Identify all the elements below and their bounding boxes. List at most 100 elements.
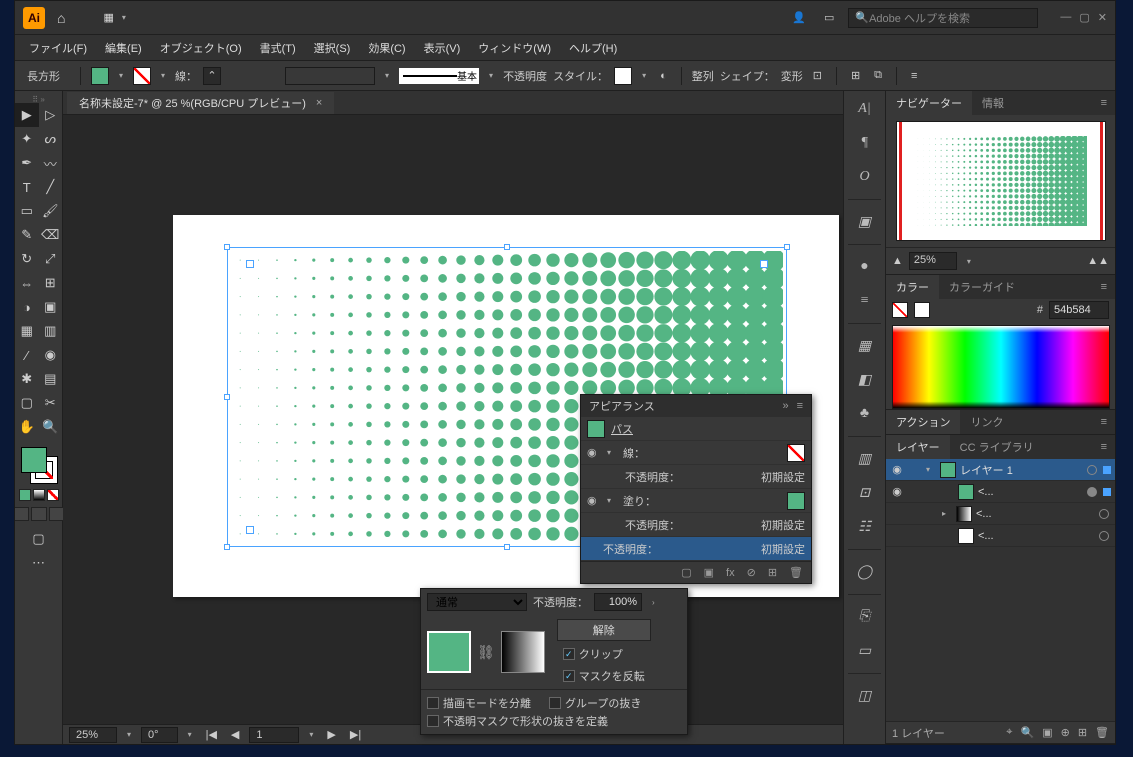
target-icon[interactable] (1087, 487, 1097, 497)
eraser-tool-icon[interactable]: ⌫ (39, 223, 63, 247)
delete-layer-icon[interactable]: 🗑 (1095, 726, 1109, 739)
appearance-panel-icon[interactable]: ◯ (853, 560, 877, 584)
rectangle-tool-icon[interactable]: ▭ (15, 199, 39, 223)
paragraph-panel-icon[interactable]: ¶ (853, 131, 877, 155)
draw-behind-icon[interactable] (31, 507, 47, 521)
new-layer-icon[interactable]: ⊞ (1078, 726, 1087, 739)
align-label[interactable]: 整列 (692, 68, 714, 84)
navigator-preview[interactable] (896, 121, 1106, 241)
gradient-mode-icon[interactable] (33, 489, 45, 501)
width-tool-icon[interactable]: ⇔ (15, 271, 39, 295)
opacity-value[interactable]: 初期設定 (761, 517, 805, 533)
tab-actions[interactable]: アクション (886, 410, 960, 434)
search-layer-icon[interactable]: 🔍 (1020, 726, 1034, 739)
path-label[interactable]: パス (611, 421, 633, 437)
opentype-panel-icon[interactable]: O (853, 165, 877, 189)
link-icon[interactable]: ⛓ (477, 644, 495, 661)
tab-close-icon[interactable]: × (316, 97, 322, 109)
opacity-row-label[interactable]: 不透明度： (625, 517, 680, 533)
transparency-panel-icon[interactable]: ◫ (853, 684, 877, 708)
nav-zoom-field[interactable]: 25% (909, 252, 957, 270)
menu-object[interactable]: オブジェクト(O) (152, 36, 250, 60)
panel-menu-icon[interactable]: ≡ (1093, 97, 1115, 109)
fill-color-icon[interactable] (21, 447, 47, 473)
gradient-tool-icon[interactable]: ▥ (39, 319, 63, 343)
knockout-checkbox[interactable] (549, 697, 561, 709)
anchor-point-icon[interactable] (246, 260, 254, 268)
color-mode-icon[interactable] (19, 489, 31, 501)
brushes-panel-icon[interactable]: ● (853, 255, 877, 279)
shape-builder-tool-icon[interactable]: ◑ (15, 295, 39, 319)
layer-row[interactable]: <... (886, 525, 1115, 547)
stroke-dropdown-icon[interactable]: ▾ (157, 71, 169, 80)
new-sublayer-icon[interactable]: ⊕ (1061, 726, 1070, 739)
zoom-tool-icon[interactable]: 🔍 (39, 415, 63, 439)
fill-swatch[interactable] (91, 67, 109, 85)
collapse-icon[interactable]: » (782, 400, 788, 412)
none-swatch-icon[interactable] (892, 302, 908, 318)
opacity-value[interactable]: 初期設定 (761, 469, 805, 485)
edit-toolbar-icon[interactable]: ⋯ (27, 551, 51, 575)
properties-panel-icon[interactable]: ☷ (853, 515, 877, 539)
layer-row[interactable]: ▸ <... (886, 503, 1115, 525)
panel-menu-icon[interactable]: ≡ (1093, 281, 1115, 293)
anchor-point-icon[interactable] (760, 260, 768, 268)
direct-selection-tool-icon[interactable]: ▷ (39, 103, 63, 127)
last-artboard-icon[interactable]: ▶| (346, 728, 365, 741)
perspective-tool-icon[interactable]: ▣ (39, 295, 63, 319)
pen-tool-icon[interactable]: ✒ (15, 151, 39, 175)
duplicate-icon[interactable]: ⊞ (768, 566, 777, 579)
pathfinder-panel-icon[interactable]: ▣ (853, 210, 877, 234)
menu-type[interactable]: 書式(T) (252, 36, 304, 60)
home-icon[interactable]: ⌂ (57, 10, 65, 26)
var-width-profile[interactable] (285, 67, 375, 85)
invert-checkbox[interactable]: ✓ (563, 670, 575, 682)
menu-view[interactable]: 表示(V) (416, 36, 469, 60)
panel-menu-icon[interactable]: ≡ (797, 400, 803, 412)
transform-label[interactable]: 変形 (781, 68, 803, 84)
stroke-panel-icon[interactable]: ≡ (853, 289, 877, 313)
fill-dropdown-icon[interactable]: ▾ (115, 71, 127, 80)
clip-mask-icon[interactable]: ▣ (1042, 726, 1052, 739)
zoom-field[interactable]: 25% (69, 727, 117, 743)
curvature-tool-icon[interactable]: 〰 (39, 151, 63, 175)
tab-cc-libraries[interactable]: CC ライブラリ (950, 435, 1044, 459)
white-swatch-icon[interactable] (914, 302, 930, 318)
gradient-panel-icon[interactable]: ◧ (853, 368, 877, 392)
swatches-panel-icon[interactable]: ▦ (853, 334, 877, 358)
document-tab[interactable]: 名称未設定-7* @ 25 %(RGB/CPU プレビュー) × (67, 92, 334, 114)
menu-effect[interactable]: 効果(C) (360, 36, 413, 60)
mask-thumb[interactable] (501, 631, 545, 673)
menu-help[interactable]: ヘルプ(H) (561, 36, 625, 60)
shape-props-label[interactable]: シェイプ： (720, 68, 775, 84)
close-icon[interactable]: ✕ (1098, 11, 1107, 24)
add-stroke-icon[interactable]: ▢ (681, 566, 691, 579)
screen-mode-icon[interactable]: ▢ (27, 527, 51, 551)
free-transform-tool-icon[interactable]: ⊞ (39, 271, 63, 295)
visibility-icon[interactable]: ◉ (890, 463, 904, 476)
fill-row-label[interactable]: 塗り： (623, 493, 656, 509)
stroke-value-swatch[interactable] (787, 444, 805, 462)
hand-tool-icon[interactable]: ✋ (15, 415, 39, 439)
align-pixel-icon[interactable]: ⊞ (847, 69, 864, 82)
brush-tool-icon[interactable]: 🖌 (39, 199, 63, 223)
tab-info[interactable]: 情報 (972, 91, 1014, 115)
locate-object-icon[interactable]: ⌖ (1006, 726, 1012, 739)
panel-menu-icon[interactable]: ≡ (907, 70, 921, 82)
stroke-swatch[interactable] (133, 67, 151, 85)
opacity-row-label[interactable]: 不透明度： (625, 469, 680, 485)
selection-tool-icon[interactable]: ▶ (15, 103, 39, 127)
crop-icon[interactable]: ⧉ (870, 69, 886, 82)
blend-tool-icon[interactable]: ◉ (39, 343, 63, 367)
disclosure-icon[interactable]: ▾ (607, 496, 617, 505)
symbol-sprayer-tool-icon[interactable]: ✱ (15, 367, 39, 391)
panel-menu-icon[interactable]: ≡ (1093, 416, 1115, 428)
brush-definition[interactable]: 基本 (399, 68, 479, 84)
artwork-thumb[interactable] (427, 631, 471, 673)
stroke-row-label[interactable]: 線： (623, 445, 645, 461)
prev-artboard-icon[interactable]: |◀ (202, 728, 221, 741)
tab-color-guide[interactable]: カラーガイド (939, 275, 1025, 299)
zoom-out-icon[interactable]: ▲ (892, 255, 903, 267)
layer-row[interactable]: ◉ ▾ レイヤー 1 (886, 459, 1115, 481)
tab-links[interactable]: リンク (960, 410, 1013, 434)
